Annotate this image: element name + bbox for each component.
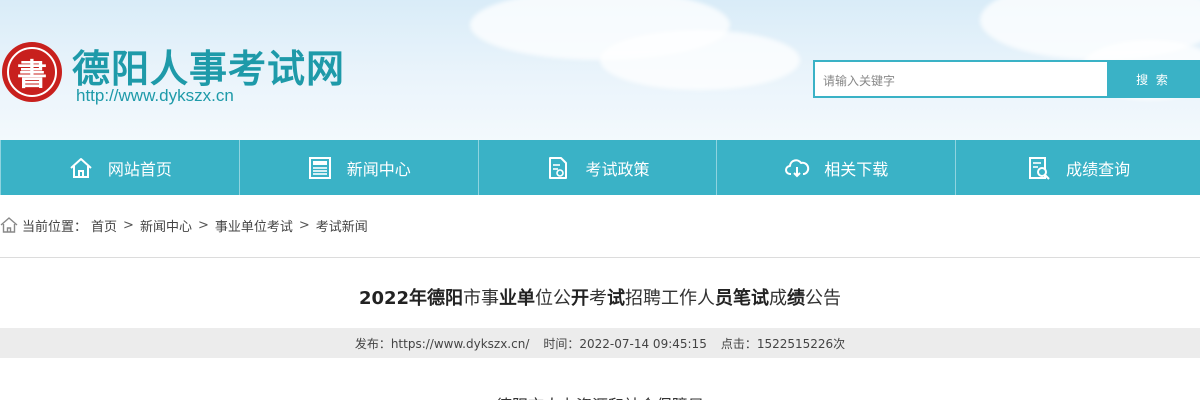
policy-document-icon bbox=[549, 156, 568, 179]
search-input[interactable] bbox=[815, 62, 1107, 96]
article-title: 2022年德阳市事业单位公开考试招聘工作人员笔试成绩公告 bbox=[0, 284, 1200, 310]
nav-label: 相关下载 bbox=[824, 159, 889, 179]
site-url: http://www.dykszx.cn bbox=[76, 86, 234, 105]
breadcrumb: 当前位置： 首页 > 新闻中心 > 事业单位考试 > 考试新闻 bbox=[0, 214, 372, 236]
breadcrumb-separator: > bbox=[123, 217, 134, 233]
nav-label: 成绩查询 bbox=[1066, 159, 1131, 179]
breadcrumb-current-link[interactable]: 考试新闻 bbox=[316, 216, 368, 235]
nav-item-score-query[interactable]: 成绩查询 bbox=[956, 140, 1200, 195]
cloud-decoration bbox=[600, 30, 800, 90]
search-bar: 搜 索 bbox=[813, 60, 1200, 98]
title-part: 业单 bbox=[499, 288, 536, 309]
nav-label: 新闻中心 bbox=[346, 159, 411, 179]
title-part: 开 bbox=[571, 288, 590, 309]
search-button[interactable]: 搜 索 bbox=[1107, 62, 1199, 96]
score-search-icon bbox=[1029, 156, 1050, 180]
article-time: 时间：2022-07-14 09:45:15 bbox=[543, 336, 707, 351]
breadcrumb-news-link[interactable]: 新闻中心 bbox=[140, 216, 192, 235]
breadcrumb-separator: > bbox=[197, 217, 209, 233]
breadcrumb-separator: > bbox=[298, 217, 310, 233]
nav-item-home[interactable]: 网站首页 bbox=[0, 140, 240, 195]
logo-glyph: 書 bbox=[7, 47, 57, 97]
logo-seal-icon[interactable]: 書 bbox=[2, 42, 62, 102]
news-icon bbox=[308, 156, 331, 179]
title-part: 市事 bbox=[463, 288, 500, 309]
title-part: 员笔试 bbox=[715, 288, 770, 309]
article-body-first-line: 德阳市人力资源和社会保障局 bbox=[0, 392, 1200, 400]
home-icon bbox=[0, 217, 18, 233]
title-part: 公告 bbox=[805, 288, 842, 309]
nav-label: 网站首页 bbox=[107, 159, 172, 179]
title-part: 考 bbox=[589, 288, 608, 309]
nav-label: 考试政策 bbox=[585, 159, 650, 179]
title-part: 位公 bbox=[535, 288, 572, 309]
site-header: 書 德阳人事考试网 http://www.dykszx.cn 搜 索 bbox=[0, 0, 1200, 140]
article-clicks: 点击：1522515226次 bbox=[720, 336, 846, 351]
title-part: 绩 bbox=[787, 288, 806, 309]
title-part: 成 bbox=[769, 288, 788, 309]
article-publisher: 发布：https://www.dykszx.cn/ bbox=[354, 336, 530, 351]
nav-item-downloads[interactable]: 相关下载 bbox=[717, 140, 957, 195]
nav-item-policy[interactable]: 考试政策 bbox=[479, 140, 718, 195]
title-part: 招聘工作人 bbox=[625, 288, 716, 309]
site-title[interactable]: 德阳人事考试网 bbox=[72, 38, 345, 93]
home-icon bbox=[70, 157, 92, 178]
title-part: 德阳 bbox=[427, 288, 464, 309]
divider bbox=[0, 257, 1200, 258]
breadcrumb-prefix: 当前位置： bbox=[22, 219, 88, 235]
main-nav: 网站首页 新闻中心 考试政策 相关下载 成绩查询 bbox=[0, 140, 1200, 195]
title-part: 2022年 bbox=[358, 288, 428, 309]
breadcrumb-home-link[interactable]: 首页 bbox=[91, 216, 117, 235]
nav-item-news[interactable]: 新闻中心 bbox=[240, 140, 479, 195]
title-part: 试 bbox=[607, 288, 626, 309]
article-meta-bar: 发布：https://www.dykszx.cn/ 时间：2022-07-14 … bbox=[0, 328, 1200, 358]
cloud-download-icon bbox=[785, 158, 810, 177]
breadcrumb-category-link[interactable]: 事业单位考试 bbox=[215, 216, 293, 235]
